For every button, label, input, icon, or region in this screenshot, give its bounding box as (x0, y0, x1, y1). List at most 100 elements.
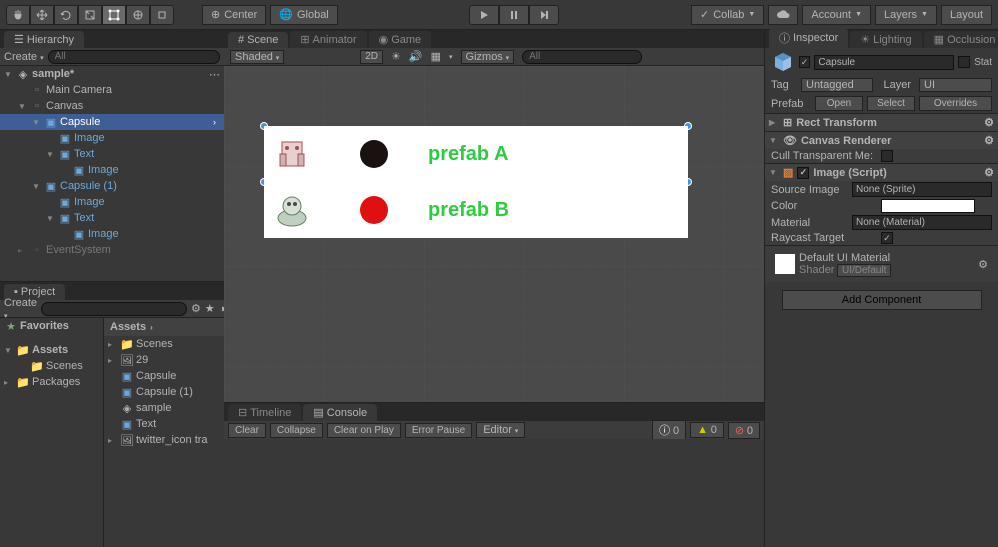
add-component-button[interactable]: Add Component (782, 290, 982, 310)
tab-lighting[interactable]: ☀Lighting (850, 31, 921, 48)
tab-scene[interactable]: #Scene (228, 32, 288, 48)
hierarchy-item-image[interactable]: ▣Image (0, 130, 224, 146)
asset-sample[interactable]: ◈sample (104, 400, 224, 416)
tab-timeline[interactable]: ⊟Timeline (228, 404, 301, 421)
pivot-center-toggle[interactable]: ⊕Center (202, 5, 266, 25)
editor-dropdown[interactable]: Editor ▾ (476, 422, 525, 438)
gizmos-dropdown[interactable]: Gizmos ▾ (461, 50, 515, 64)
audio-icon[interactable]: 🔊 (409, 50, 423, 63)
prefab-arrow-icon[interactable]: › (213, 117, 216, 127)
move-tool[interactable] (30, 5, 54, 25)
hand-tool[interactable] (6, 5, 30, 25)
tab-console[interactable]: ▤Console (303, 404, 377, 421)
layer-dropdown[interactable]: UI (919, 78, 992, 92)
source-image-field[interactable] (852, 182, 992, 197)
tab-animator[interactable]: ⊞Animator (290, 31, 366, 48)
color-picker[interactable] (881, 199, 975, 213)
search-filter-icon[interactable]: ⚙ (191, 302, 201, 315)
prefab-b-row[interactable]: prefab B (264, 182, 688, 238)
light-icon[interactable]: ☀ (391, 50, 401, 63)
error-count[interactable]: ⊘ 0 (728, 422, 760, 439)
scenes-folder[interactable]: 📁Scenes (0, 358, 103, 374)
fx-icon[interactable]: ▦ (431, 50, 441, 63)
asset-text[interactable]: ▣Text (104, 416, 224, 432)
assets-folder[interactable]: ▼📁Assets (0, 342, 103, 358)
asset-capsule[interactable]: ▣Capsule (104, 368, 224, 384)
project-breadcrumb[interactable]: Assets › (104, 318, 224, 336)
hierarchy-item-image-nested[interactable]: ▣Image (0, 162, 224, 178)
transform-tool[interactable] (126, 5, 150, 25)
hierarchy-item-canvas[interactable]: ▼▫Canvas (0, 98, 224, 114)
rect-transform-header[interactable]: ▶⊞Rect Transform⚙ (765, 114, 998, 131)
play-button[interactable] (469, 5, 499, 25)
tab-game[interactable]: ◉Game (369, 31, 432, 48)
asset-29[interactable]: ▸🖼29 (104, 352, 224, 368)
info-count[interactable]: ⓘ 0 (652, 420, 686, 440)
scene-menu-icon[interactable]: ⋯ (209, 68, 220, 81)
rect-tool[interactable] (102, 5, 126, 25)
clear-on-play-button[interactable]: Clear on Play (327, 423, 401, 438)
local-global-toggle[interactable]: 🌐Global (270, 5, 338, 25)
create-dropdown[interactable]: Create ▾ (4, 51, 44, 63)
project-create-dropdown[interactable]: Create ▾ (4, 297, 37, 321)
collapse-button[interactable]: Collapse (270, 423, 323, 438)
hierarchy-item-text-2[interactable]: ▼▣Text (0, 210, 224, 226)
custom-tool[interactable] (150, 5, 174, 25)
warn-count[interactable]: ▲ 0 (690, 422, 724, 438)
tag-dropdown[interactable]: Untagged (801, 78, 873, 92)
pause-button[interactable] (499, 5, 529, 25)
canvas-renderer-header[interactable]: ▼👁Canvas Renderer⚙ (765, 132, 998, 149)
project-search[interactable] (41, 302, 187, 316)
step-button[interactable] (529, 5, 559, 25)
hierarchy-item-image-2[interactable]: ▣Image (0, 194, 224, 210)
active-checkbox[interactable]: ✓ (799, 56, 811, 68)
cloud-button[interactable] (768, 5, 798, 25)
hierarchy-item-image-2-nested[interactable]: ▣Image (0, 226, 224, 242)
clear-button[interactable]: Clear (228, 423, 266, 438)
hierarchy-item-main-camera[interactable]: ▫Main Camera (0, 82, 224, 98)
tab-hierarchy[interactable]: ☰Hierarchy (4, 31, 84, 48)
prefab-a-row[interactable]: prefab A (264, 126, 688, 182)
asset-scenes[interactable]: ▸📁Scenes (104, 336, 224, 352)
error-pause-button[interactable]: Error Pause (405, 423, 472, 438)
star-icon[interactable]: ★ (205, 302, 215, 315)
hierarchy-search[interactable] (48, 50, 220, 64)
2d-toggle[interactable]: 2D (360, 50, 383, 64)
prefab-b-circle (360, 196, 388, 224)
tab-inspector[interactable]: ⓘInspector (769, 28, 848, 48)
collab-button[interactable]: ✓Collab▼ (691, 5, 764, 25)
image-enabled-checkbox[interactable]: ✓ (797, 167, 809, 179)
layers-dropdown[interactable]: Layers▼ (875, 5, 937, 25)
material-field[interactable] (852, 215, 992, 230)
hierarchy-item-capsule[interactable]: ▼▣Capsule› (0, 114, 224, 130)
hierarchy-item-text[interactable]: ▼▣Text (0, 146, 224, 162)
asset-capsule-1[interactable]: ▣Capsule (1) (104, 384, 224, 400)
raycast-checkbox[interactable]: ✓ (881, 232, 893, 244)
object-name-field[interactable] (814, 55, 954, 70)
account-dropdown[interactable]: Account▼ (802, 5, 871, 25)
layout-dropdown[interactable]: Layout (941, 5, 992, 25)
component-menu-icon[interactable]: ⚙ (978, 258, 988, 271)
hierarchy-item-eventsystem[interactable]: ▸▫EventSystem (0, 242, 224, 258)
packages-folder[interactable]: ▸📁Packages (0, 374, 103, 390)
prefab-select-button[interactable]: Select (867, 96, 915, 111)
prefab-open-button[interactable]: Open (815, 96, 863, 111)
prefab-overrides-button[interactable]: Overrides (919, 96, 992, 111)
shader-dropdown[interactable]: UI/Default (837, 264, 891, 277)
asset-twitter-icon[interactable]: ▸🖼twitter_icon tra (104, 432, 224, 448)
scale-tool[interactable] (78, 5, 102, 25)
hierarchy-item-capsule-1[interactable]: ▼▣Capsule (1) (0, 178, 224, 194)
tab-occlusion[interactable]: ▦Occlusion (924, 31, 998, 48)
scene-search[interactable] (522, 50, 642, 64)
favorites-folder[interactable]: ★Favorites (0, 318, 103, 334)
component-menu-icon[interactable]: ⚙ (984, 116, 994, 129)
shaded-dropdown[interactable]: Shaded ▾ (230, 50, 284, 64)
component-menu-icon[interactable]: ⚙ (984, 134, 994, 147)
component-menu-icon[interactable]: ⚙ (984, 166, 994, 179)
cull-checkbox[interactable] (881, 150, 893, 162)
image-script-header[interactable]: ▼▨✓Image (Script)⚙ (765, 164, 998, 181)
scene-root[interactable]: ▼◈sample*⋯ (0, 66, 224, 82)
rotate-tool[interactable] (54, 5, 78, 25)
scene-viewport[interactable]: prefab A prefab B (224, 66, 764, 402)
static-checkbox[interactable] (958, 56, 970, 68)
